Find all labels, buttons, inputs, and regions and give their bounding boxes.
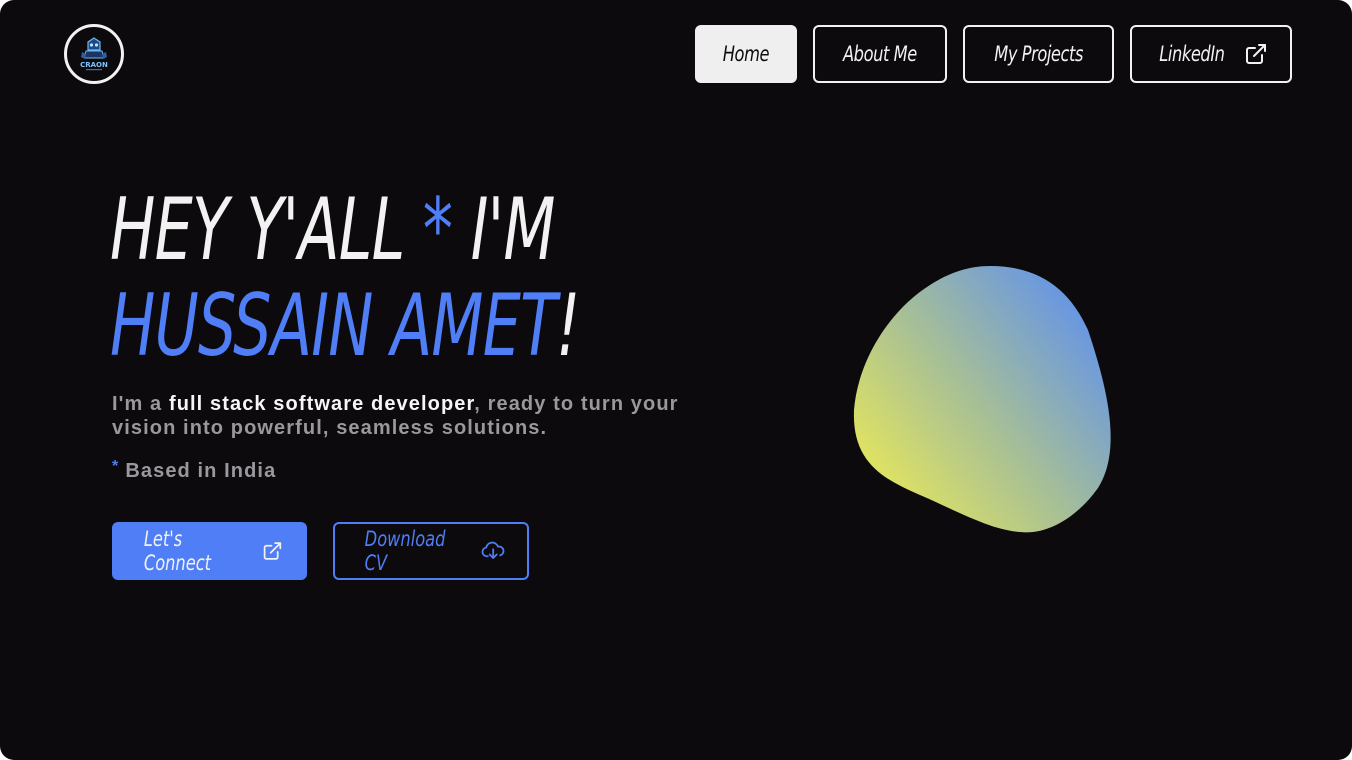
hero-name: HUSSAIN AMET — [110, 276, 557, 376]
nav-projects-label: My Projects — [994, 42, 1083, 66]
hero-title-line-1: HEY Y'ALL * I'M — [110, 182, 609, 278]
main-nav: Home About Me My Projects LinkedIn — [695, 25, 1292, 83]
nav-home[interactable]: Home — [695, 25, 798, 83]
nav-my-projects[interactable]: My Projects — [962, 25, 1115, 83]
location-text: Based in India — [125, 460, 277, 482]
blob-shape — [853, 266, 1111, 533]
logo-text: CRAON — [80, 61, 108, 69]
hero-title-line-2: HUSSAIN AMET! — [110, 278, 609, 374]
external-link-icon — [1246, 44, 1266, 64]
hero-title: HEY Y'ALL * I'M HUSSAIN AMET! — [110, 182, 750, 374]
hero-im: I'M — [452, 180, 556, 280]
external-link-icon — [263, 542, 282, 560]
cloud-download-icon — [481, 541, 504, 559]
robot-mascot-logo-icon: CRAON — [80, 37, 108, 71]
logo[interactable]: CRAON — [64, 24, 124, 84]
nav-linkedin[interactable]: LinkedIn — [1130, 25, 1292, 83]
hero-exclaim: ! — [556, 276, 580, 376]
nav-linkedin-label: LinkedIn — [1159, 42, 1225, 66]
gradient-blob — [830, 250, 1140, 550]
nav-home-label: Home — [723, 42, 770, 66]
page-frame: CRAON Home About Me My Projects LinkedIn… — [0, 0, 1352, 760]
desc-pre: I'm a — [112, 393, 169, 415]
lets-connect-button[interactable]: Let's Connect — [112, 522, 307, 580]
download-cv-label: Download CV — [364, 527, 446, 575]
nav-about-label: About Me — [843, 42, 917, 66]
hero-greeting: HEY Y'ALL — [110, 180, 423, 280]
download-cv-button[interactable]: Download CV — [333, 522, 529, 580]
location: * Based in India — [112, 458, 276, 483]
hero-description: I'm a full stack software developer, rea… — [112, 392, 712, 440]
nav-about-me[interactable]: About Me — [813, 25, 947, 83]
location-star: * — [112, 458, 120, 475]
desc-strong: full stack software developer — [168, 393, 475, 415]
lets-connect-label: Let's Connect — [143, 527, 212, 575]
hero-star: * — [422, 180, 453, 280]
